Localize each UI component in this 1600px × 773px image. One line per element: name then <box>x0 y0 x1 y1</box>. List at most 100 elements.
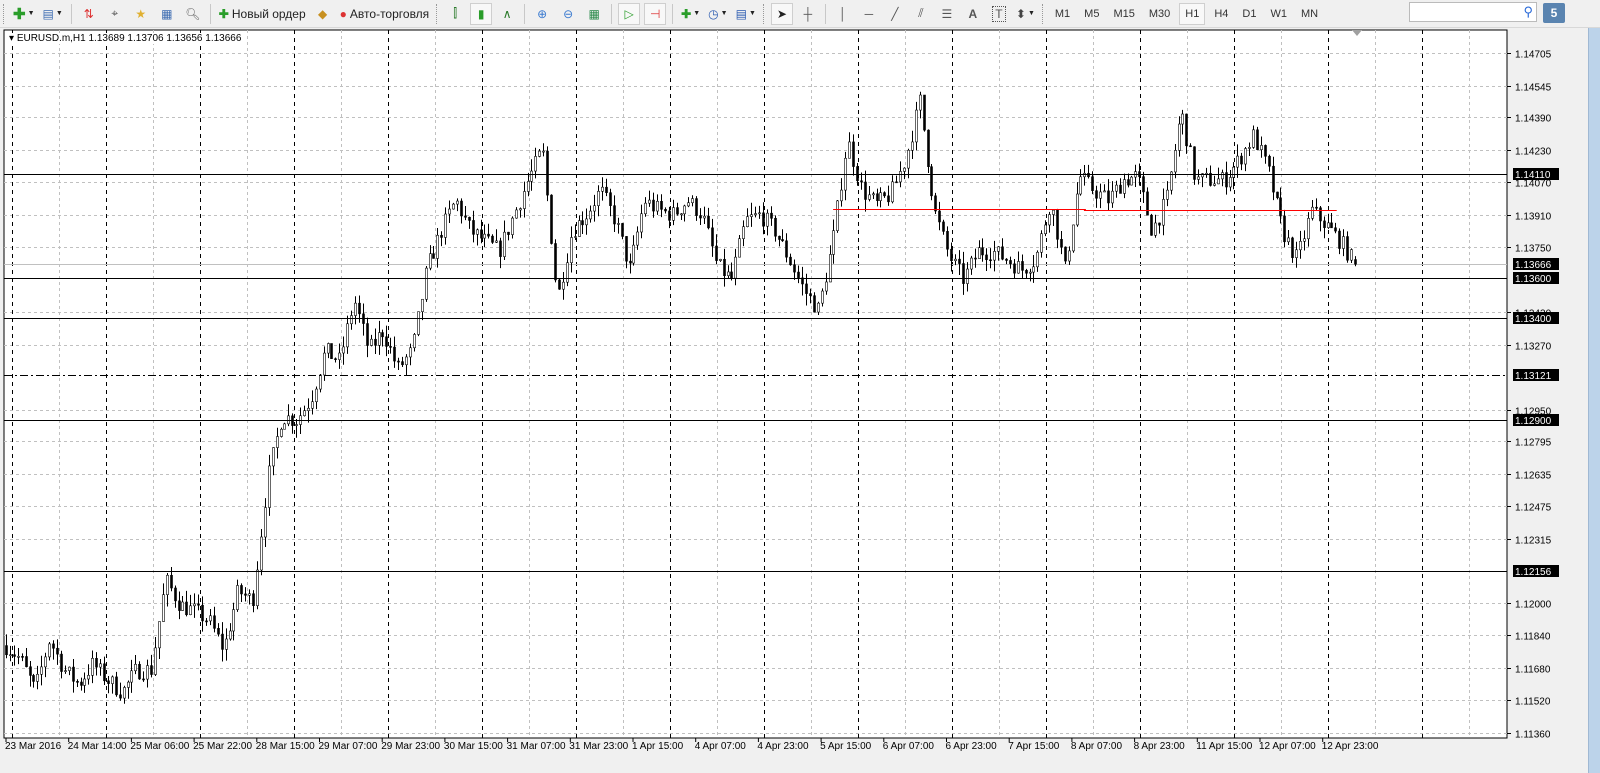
timeframe-h1[interactable]: H1 <box>1179 2 1206 25</box>
candle-bull <box>303 410 306 417</box>
candle-bull <box>256 569 259 607</box>
line-chart-button[interactable]: ∧ <box>496 3 518 25</box>
candle-bear <box>989 259 992 262</box>
candle-bull <box>966 268 969 284</box>
x-tick-label: 28 Mar 15:00 <box>256 741 315 752</box>
search-input[interactable]: ⚲ <box>1409 2 1537 22</box>
new-chart-button[interactable]: ✚ ▼ <box>11 3 37 25</box>
timeframe-m15[interactable]: M15 <box>1108 3 1139 25</box>
zoom-in-button[interactable]: ⊕ <box>531 3 553 25</box>
timeframe-h4[interactable]: H4 <box>1209 3 1233 25</box>
y-tick-label: 1.14390 <box>1515 114 1552 125</box>
candle-bear <box>240 585 243 595</box>
crosshair-button[interactable]: ┼ <box>797 3 819 25</box>
timeframe-d1[interactable]: D1 <box>1237 3 1261 25</box>
candle-bull <box>1311 206 1314 219</box>
candle-bear <box>664 209 667 212</box>
candle-bull <box>315 388 318 403</box>
bar-chart-button[interactable]: ⫿ <box>444 3 466 25</box>
candle-bull <box>9 654 12 657</box>
template-icon: ▤ <box>735 6 747 21</box>
timeframe-m30[interactable]: M30 <box>1144 3 1175 25</box>
zoom-out-button[interactable]: ⊖ <box>557 3 579 25</box>
terminal-button[interactable]: ▦ <box>156 3 178 25</box>
timeframe-mn[interactable]: MN <box>1296 3 1323 25</box>
price-chart[interactable]: 1.147051.145451.143901.142301.140701.139… <box>0 0 1600 773</box>
timeframe-bar: M1 M5 M15 M30 H1 H4 D1 W1 MN <box>1048 2 1325 25</box>
scrollbar[interactable] <box>1588 28 1600 773</box>
new-order-button[interactable]: ✚ Новый ордер <box>217 3 308 25</box>
timeframe-m1[interactable]: M1 <box>1050 3 1075 25</box>
candle-bull <box>456 200 459 205</box>
candle-bear <box>201 604 204 622</box>
candle-bull <box>225 638 228 650</box>
data-window-button[interactable]: ⌖ <box>104 3 126 25</box>
divider <box>524 3 526 24</box>
horizontal-line-button[interactable]: ─ <box>858 3 880 25</box>
chart-menu-triangle-icon[interactable]: ▾ <box>9 33 17 44</box>
candle-bull <box>40 666 43 675</box>
text-label-button[interactable]: T <box>988 3 1010 25</box>
candle-bull <box>903 167 906 172</box>
toolbar-grip[interactable] <box>3 3 6 24</box>
auto-trading-button[interactable]: ● Авто-торговля <box>338 3 432 25</box>
candle-bear <box>1315 206 1318 209</box>
text-button[interactable]: A <box>962 3 984 25</box>
templates-button[interactable]: ▤ ▼ <box>734 3 758 25</box>
candle-bull <box>1111 190 1114 204</box>
x-tick-label: 31 Mar 23:00 <box>569 741 628 752</box>
text-icon: A <box>968 6 978 21</box>
timeframe-w1[interactable]: W1 <box>1265 3 1292 25</box>
candle-bull <box>1103 190 1106 193</box>
text-label-icon: T <box>992 5 1006 22</box>
tester-icon: 🔍︎ <box>185 6 201 21</box>
toolbar-grip[interactable] <box>762 3 766 24</box>
toolbar-grip[interactable] <box>1041 3 1045 24</box>
candle-bear <box>25 656 28 668</box>
candle-bear <box>221 633 224 650</box>
candle-bull <box>229 630 232 640</box>
chart-shift-button[interactable]: ⊣ <box>644 2 667 25</box>
candle-bull <box>817 302 820 313</box>
candle-bull <box>130 670 133 683</box>
x-tick-label: 25 Mar 22:00 <box>193 741 252 752</box>
toolbar-grip[interactable] <box>436 3 439 24</box>
metaeditor-button[interactable]: ◆ <box>312 3 334 25</box>
candle-bear <box>546 150 549 196</box>
cursor-button[interactable]: ➤ <box>770 2 793 25</box>
search-icon[interactable]: ⚲ <box>1523 4 1533 20</box>
bar-chart-icon: ⫿ <box>453 6 458 20</box>
candle-bear <box>397 360 400 363</box>
navigator-button[interactable]: ★ <box>130 3 152 25</box>
indicators-button[interactable]: ✚ ▼ <box>679 3 702 25</box>
arrows-button[interactable]: ⬍ ▼ <box>1014 3 1037 25</box>
level-price-label: 1.12156 <box>1515 567 1552 578</box>
vertical-line-button[interactable]: │ <box>832 3 854 25</box>
new-order-icon: ✚ <box>218 6 229 21</box>
candle-bull <box>534 156 537 172</box>
candle-bull <box>338 352 341 360</box>
candle-bear <box>613 205 616 225</box>
auto-scroll-button[interactable]: ▷ <box>618 2 641 25</box>
y-tick-label: 1.14230 <box>1515 147 1552 158</box>
notifications-badge[interactable]: 5 <box>1543 3 1565 23</box>
candle-bear <box>609 192 612 206</box>
equidistant-channel-button[interactable]: ⫽ <box>910 3 932 25</box>
tile-windows-button[interactable]: ▦ <box>583 3 605 25</box>
market-watch-button[interactable]: ⇅ <box>78 3 100 25</box>
candle-bull <box>589 210 592 220</box>
trendline-button[interactable]: ╱ <box>884 3 906 25</box>
timeframe-m5[interactable]: M5 <box>1079 3 1104 25</box>
y-tick-label: 1.12635 <box>1515 471 1552 482</box>
profiles-button[interactable]: ▤ ▼ <box>41 3 65 25</box>
strategy-tester-button[interactable]: 🔍︎ <box>182 3 204 25</box>
candle-bull <box>523 191 526 209</box>
fibonacci-button[interactable]: ☰ <box>936 3 958 25</box>
candle-bear <box>1009 260 1012 265</box>
candle-bull <box>1197 176 1200 180</box>
candlestick-button[interactable]: ▮ <box>470 2 493 25</box>
candle-bear <box>723 258 726 276</box>
candle-bull <box>836 200 839 231</box>
candle-bear <box>923 94 926 131</box>
periods-button[interactable]: ◷ ▼ <box>706 3 729 25</box>
